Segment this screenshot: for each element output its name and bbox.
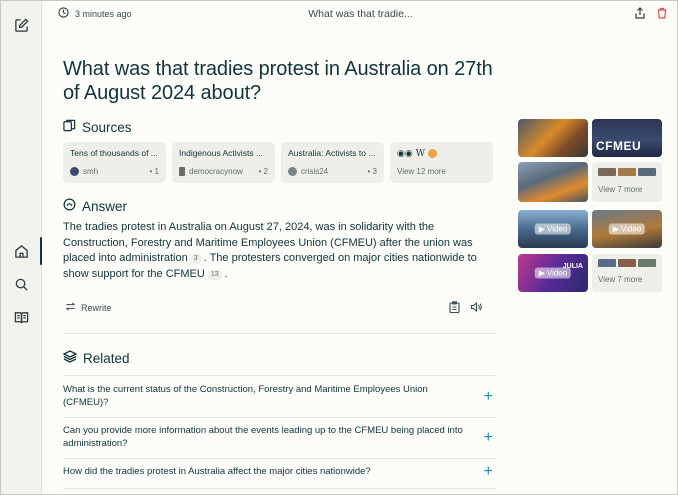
play-icon: ▶ [538,224,545,234]
video-thumbnail[interactable]: ▶ Video [592,210,662,248]
related-heading: Related [62,350,130,366]
view-more-sources-button[interactable]: ◉◉ W View 12 more [390,142,493,183]
related-question[interactable]: What is the current status of the Constr… [63,383,495,411]
plus-icon[interactable]: + [484,464,493,480]
related-layers-icon [62,350,78,366]
sidebar-active-indicator [40,237,42,265]
citation-badge[interactable]: 3 [190,254,201,264]
home-icon[interactable] [9,239,33,263]
more-sources-favicons: ◉◉ W [397,148,486,159]
video-badge: ▶ Video [534,223,572,235]
play-icon: ▶ [612,224,619,234]
related-question[interactable]: Can you provide more information about t… [63,424,495,452]
abc-favicon-icon: ◉◉ [397,148,413,158]
search-icon[interactable] [9,272,33,296]
sources-icon [63,119,76,135]
view-more-videos-button[interactable]: View 7 more [592,254,662,292]
view-more-images-button[interactable]: View 7 more [592,162,662,202]
play-icon: ▶ [538,268,545,278]
source-card[interactable]: Indigenous Activists ... democracynow • … [172,142,275,183]
divider [63,488,495,489]
sidebar [1,1,42,494]
source-card[interactable]: Australia: Activists to ... crisis24 • 3 [281,142,384,183]
sources-list: Tens of thousands of ... smh • 1 Indigen… [63,142,495,183]
democracynow-favicon-icon [179,167,185,176]
answer-logo-icon [63,198,76,214]
top-bar: 3 minutes ago What was that tradie... [42,1,677,27]
divider [63,417,495,418]
protest-crowd-image-thumbnail[interactable] [518,162,588,202]
library-icon[interactable] [9,305,33,329]
rewrite-icon [65,301,76,314]
protest-image-thumbnail[interactable] [518,119,588,157]
page-title: What was that tradies protest in Austral… [63,58,493,104]
video-thumbnail[interactable]: ▶ Video [518,210,588,248]
smh-favicon-icon [70,167,79,176]
sources-heading: Sources [63,119,132,135]
mini-thumbnail [618,168,636,176]
plus-icon[interactable]: + [484,430,493,446]
orange-favicon-icon [427,149,437,158]
share-icon[interactable] [633,6,647,20]
wikipedia-favicon-icon: W [415,148,425,159]
mini-thumbnail [598,168,616,176]
source-card[interactable]: Tens of thousands of ... smh • 1 [63,142,166,183]
answer-heading: Answer [63,198,127,214]
crisis24-favicon-icon [288,167,297,176]
thread-title: What was that tradie... [308,8,413,20]
citation-badge[interactable]: 13 [207,269,222,280]
copy-icon[interactable] [449,300,460,318]
divider [63,333,495,334]
cfmeu-image-thumbnail[interactable]: CFMEU [592,119,662,157]
app-window: 3 minutes ago What was that tradie... Wh… [0,0,678,495]
video-badge: ▶ Video [534,267,572,279]
related-question[interactable]: How did the tradies protest in Australia… [63,464,495,480]
rewrite-button[interactable]: Rewrite [65,301,112,314]
divider [63,375,495,376]
mini-thumbnail [638,259,656,267]
new-thread-icon[interactable] [9,13,33,37]
mini-thumbnail [638,168,656,176]
speaker-icon[interactable] [470,300,482,318]
plus-icon[interactable]: + [484,389,493,405]
delete-icon[interactable] [655,6,669,20]
video-thumbnail[interactable]: JULIA ▶ Video [518,254,588,292]
divider [63,458,495,459]
mini-thumbnail [598,259,616,267]
mini-thumbnail [618,259,636,267]
video-badge: ▶ Video [608,223,646,235]
answer-text: The tradies protest in Australia on Augu… [63,221,477,280]
